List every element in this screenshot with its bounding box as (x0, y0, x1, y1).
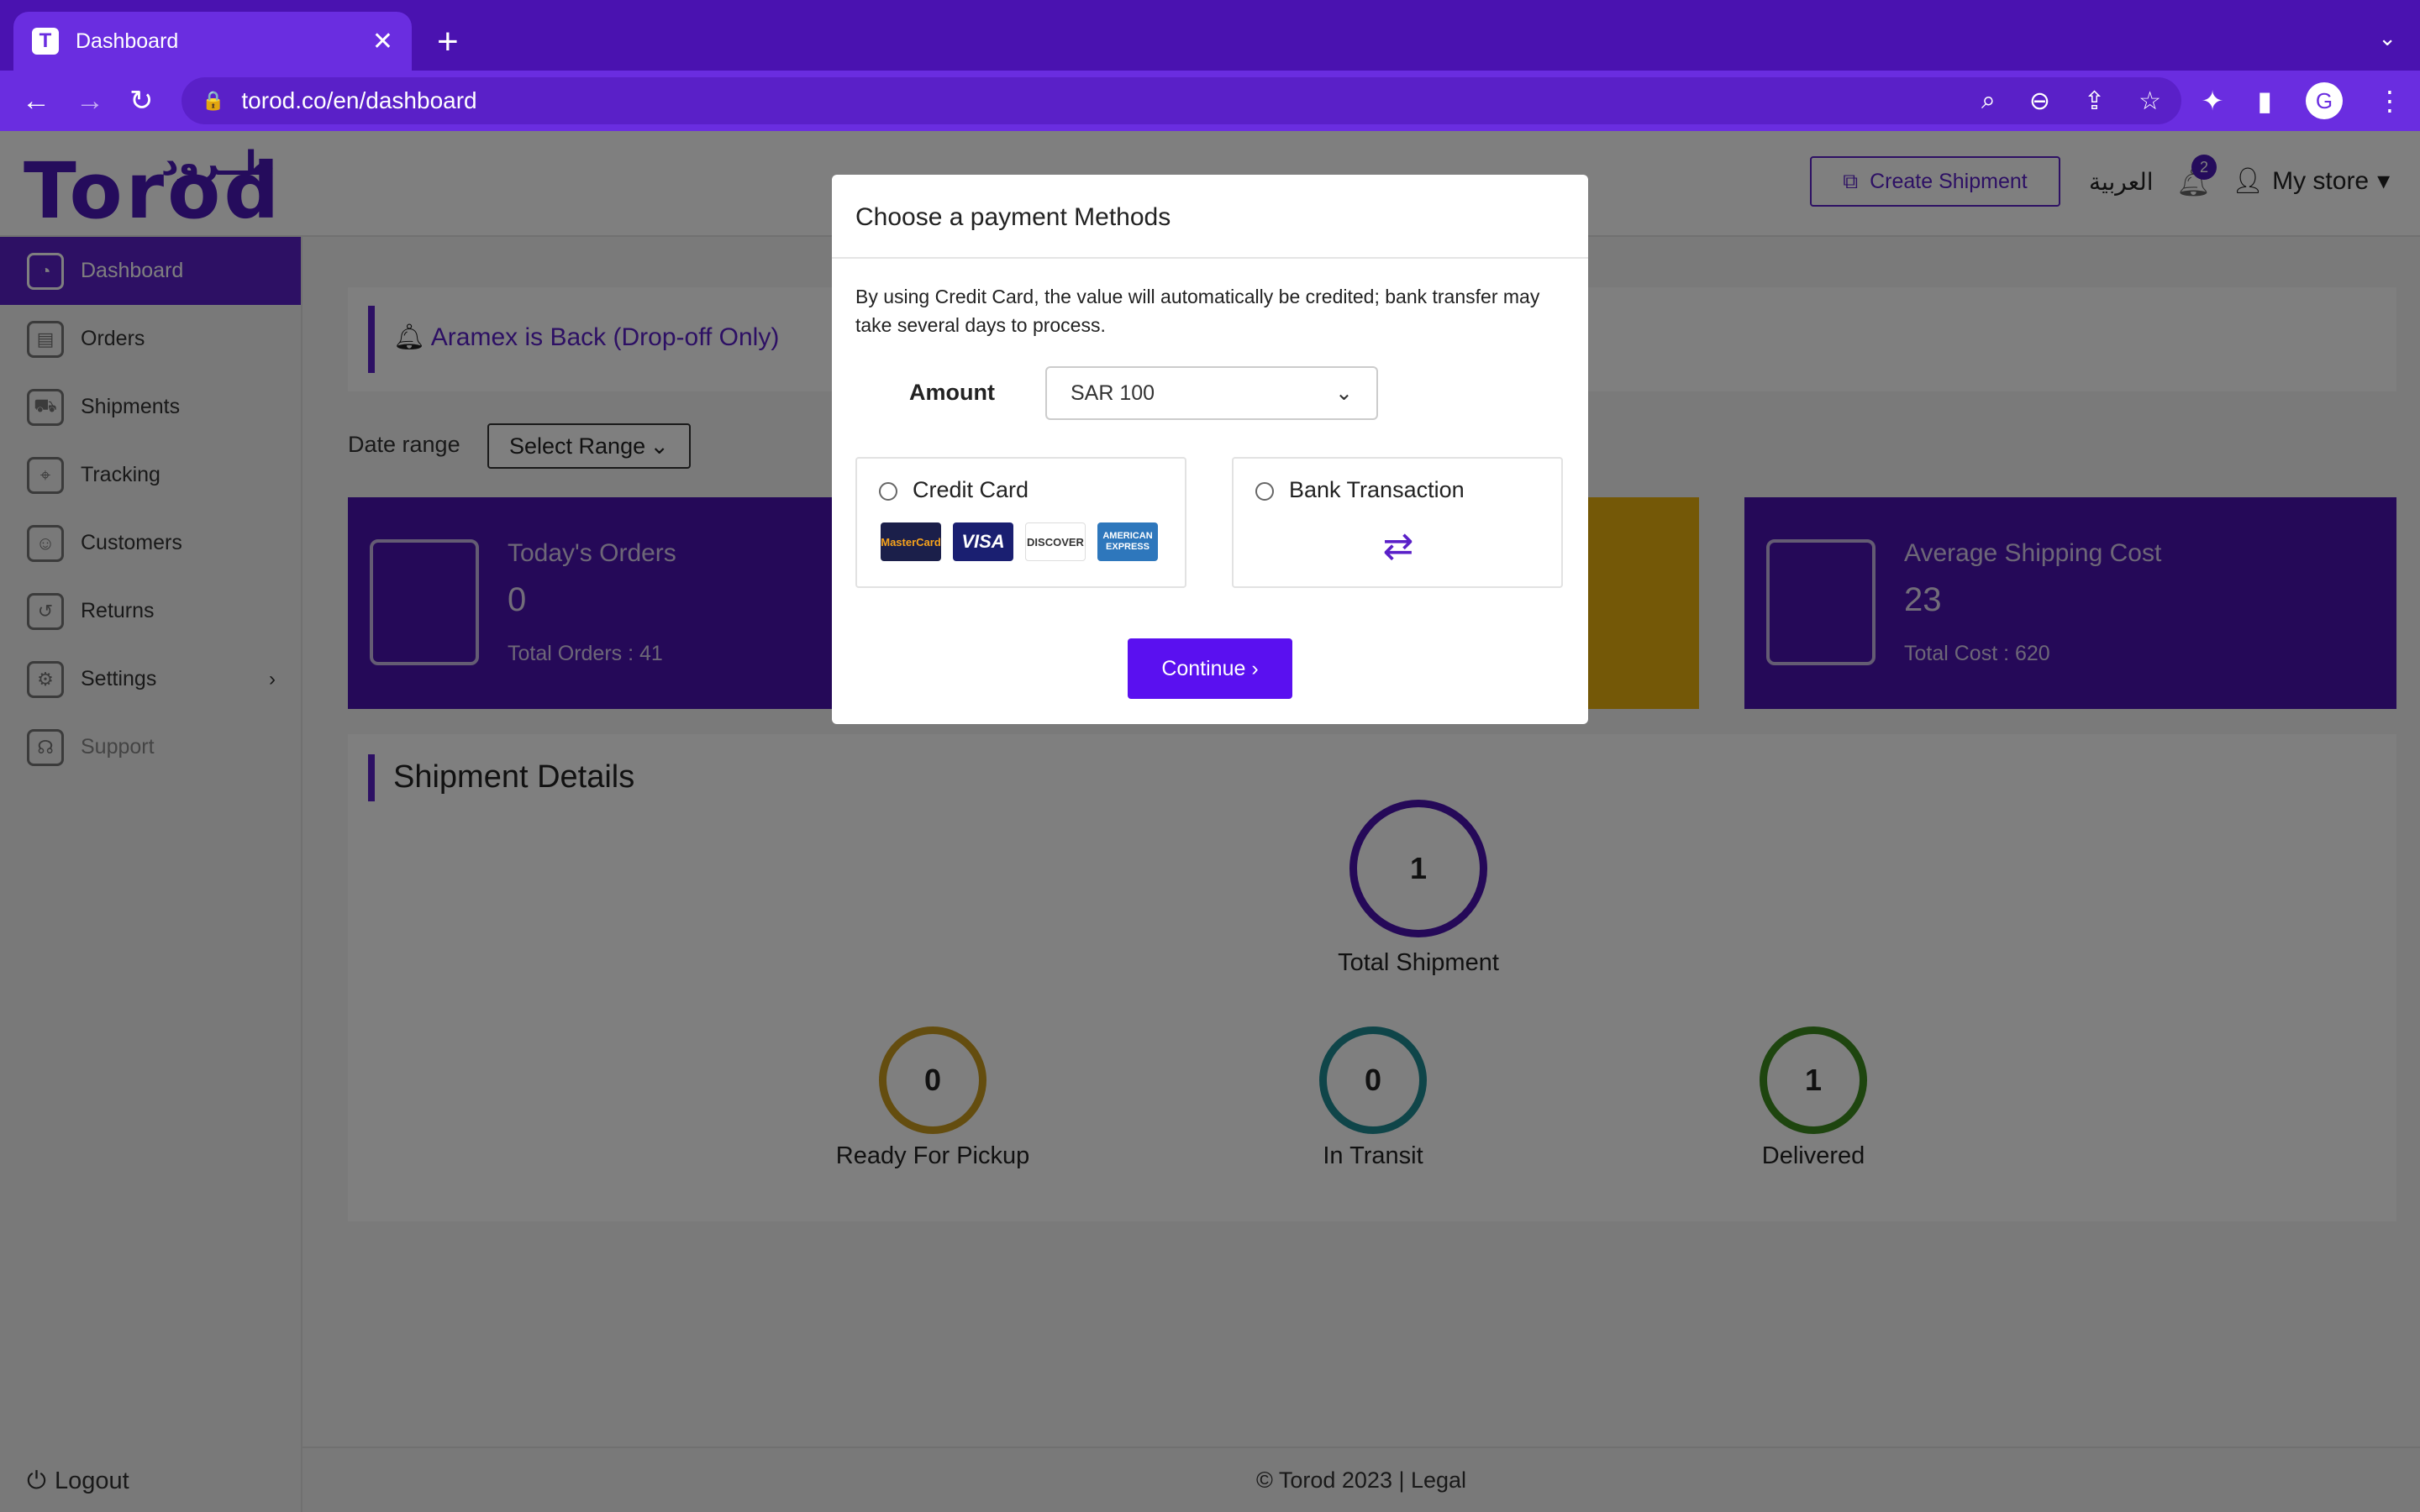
extension-area: ✦ ▮ G ⋮ (2202, 82, 2403, 119)
bank-transaction-radio[interactable] (1255, 482, 1274, 501)
bank-transfer-icon: ⇄ (1382, 525, 1414, 567)
credit-card-label: Credit Card (913, 477, 1029, 502)
discover-logo-icon: DISCOVER (1025, 522, 1086, 561)
browser-tab[interactable]: T Dashboard ✕ (13, 12, 412, 71)
url-text: torod.co/en/dashboard (241, 87, 477, 113)
close-icon[interactable]: ✕ (372, 27, 393, 56)
amount-select[interactable]: SAR 100 ⌄ (1045, 366, 1378, 420)
share-icon[interactable]: ⇪ (2084, 87, 2105, 116)
bookmark-star-icon[interactable]: ☆ (2139, 87, 2161, 116)
card-logos: MasterCard VISA DISCOVER AMERICAN EXPRES… (881, 522, 1158, 561)
bank-transaction-option[interactable]: Bank Transaction ⇄ (1232, 457, 1563, 588)
continue-button[interactable]: Continue › (1128, 638, 1292, 699)
extensions-puzzle-icon[interactable]: ✦ (2202, 85, 2224, 117)
chevron-down-icon[interactable]: ⌄ (2378, 25, 2396, 51)
side-panel-icon[interactable]: ▮ (2257, 85, 2272, 117)
amount-value: SAR 100 (1071, 381, 1155, 405)
modal-description: By using Credit Card, the value will aut… (855, 286, 1540, 336)
visa-logo-icon: VISA (953, 522, 1013, 561)
back-arrow-icon[interactable]: ← (22, 82, 50, 119)
forward-arrow-icon[interactable]: → (76, 82, 104, 119)
lock-icon: 🔒 (202, 90, 225, 111)
mastercard-logo-icon: MasterCard (881, 522, 941, 561)
new-tab-button[interactable]: + (437, 18, 459, 66)
credit-card-option[interactable]: Credit Card MasterCard VISA DISCOVER AME… (855, 457, 1186, 588)
bank-transaction-label: Bank Transaction (1289, 477, 1465, 502)
more-menu-icon[interactable]: ⋮ (2376, 85, 2403, 117)
search-icon[interactable]: ⌕ (1981, 87, 1996, 116)
address-bar[interactable]: 🔒 torod.co/en/dashboard ⌕ ⊖ ⇪ ☆ (182, 77, 2181, 124)
modal-body: By using Credit Card, the value will aut… (832, 259, 1588, 363)
torod-favicon-icon: T (32, 28, 59, 55)
profile-avatar[interactable]: G (2306, 82, 2343, 119)
amount-label: Amount (909, 380, 995, 405)
payment-method-modal: Choose a payment Methods By using Credit… (832, 175, 1588, 724)
browser-toolbar: ← → ↻ 🔒 torod.co/en/dashboard ⌕ ⊖ ⇪ ☆ ✦ … (0, 71, 2420, 131)
amex-logo-icon: AMERICAN EXPRESS (1097, 522, 1158, 561)
zoom-out-icon[interactable]: ⊖ (2029, 87, 2050, 116)
credit-card-radio[interactable] (879, 482, 897, 501)
modal-title: Choose a payment Methods (832, 175, 1588, 259)
tab-title: Dashboard (76, 29, 179, 53)
browser-tab-bar: T Dashboard ✕ + ⌄ (0, 0, 2420, 71)
reload-icon[interactable]: ↻ (129, 82, 154, 119)
chevron-down-icon: ⌄ (1335, 381, 1353, 405)
